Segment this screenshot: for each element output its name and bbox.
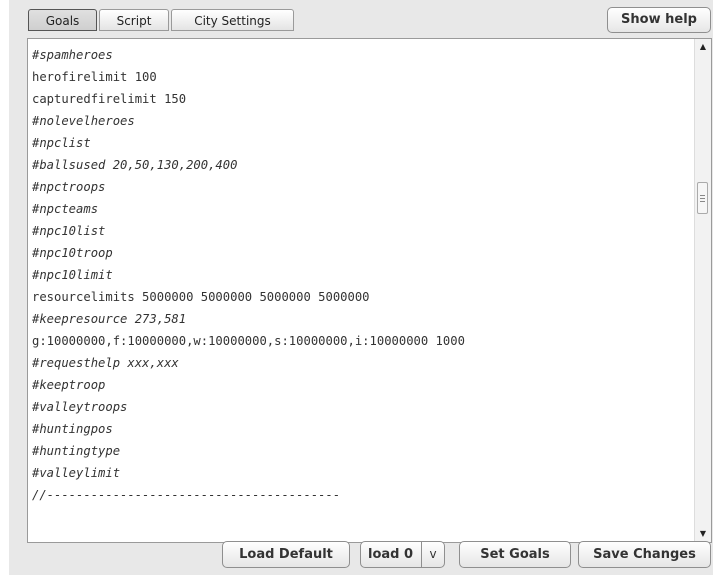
- chevron-down-icon[interactable]: v: [422, 541, 445, 568]
- editor-line: #spamheroes: [32, 48, 113, 62]
- editor-line: #npc10limit: [32, 268, 113, 282]
- editor-line: herofirelimit 100: [32, 70, 157, 84]
- editor-line: #nolevelheroes: [32, 114, 135, 128]
- save-changes-button[interactable]: Save Changes: [578, 541, 711, 568]
- tab-bar: Goals Script City Settings: [28, 9, 296, 32]
- editor-line: #valleylimit: [32, 466, 121, 480]
- scroll-down-icon[interactable]: ▼: [695, 526, 711, 542]
- editor-line: #huntingtype: [32, 444, 121, 458]
- editor-line: #huntingpos: [32, 422, 113, 436]
- editor-scrollbar[interactable]: ▲ ▼: [694, 39, 711, 542]
- load-default-button[interactable]: Load Default: [222, 541, 350, 568]
- editor-line: g:10000000,f:10000000,w:10000000,s:10000…: [32, 334, 465, 348]
- editor-line: #keeptroop: [32, 378, 106, 392]
- editor-line: #npctroops: [32, 180, 106, 194]
- goals-panel: Goals Script City Settings Show help #sp…: [0, 0, 713, 575]
- load-select[interactable]: load 0 v: [360, 541, 445, 568]
- editor-line: #npcteams: [32, 202, 99, 216]
- left-margin: [0, 0, 9, 575]
- set-goals-button[interactable]: Set Goals: [459, 541, 571, 568]
- tab-script[interactable]: Script: [99, 9, 169, 31]
- scroll-thumb[interactable]: [697, 182, 708, 214]
- editor-line: capturedfirelimit 150: [32, 92, 187, 106]
- tab-goals[interactable]: Goals: [28, 9, 97, 31]
- editor-line: #ballsused 20,50,130,200,400: [32, 158, 238, 172]
- editor-line: resourcelimits 5000000 5000000 5000000 5…: [32, 290, 370, 304]
- editor-line: #npclist: [32, 136, 91, 150]
- show-help-button[interactable]: Show help: [607, 7, 711, 33]
- editor-line: #npc10troop: [32, 246, 113, 260]
- tab-city-settings[interactable]: City Settings: [171, 9, 294, 31]
- goals-editor[interactable]: #spamheroes herofirelimit 100 capturedfire…: [27, 38, 712, 543]
- editor-line: //--------------------------------------…: [32, 488, 341, 502]
- editor-line: #valleytroops: [32, 400, 128, 414]
- load-select-value[interactable]: load 0: [360, 541, 422, 568]
- editor-line: #requesthelp xxx,xxx: [32, 356, 179, 370]
- scroll-up-icon[interactable]: ▲: [695, 39, 711, 55]
- editor-line: #npc10list: [32, 224, 106, 238]
- editor-line: #keepresource 273,581: [32, 312, 187, 326]
- editor-text[interactable]: #spamheroes herofirelimit 100 capturedfire…: [32, 44, 692, 506]
